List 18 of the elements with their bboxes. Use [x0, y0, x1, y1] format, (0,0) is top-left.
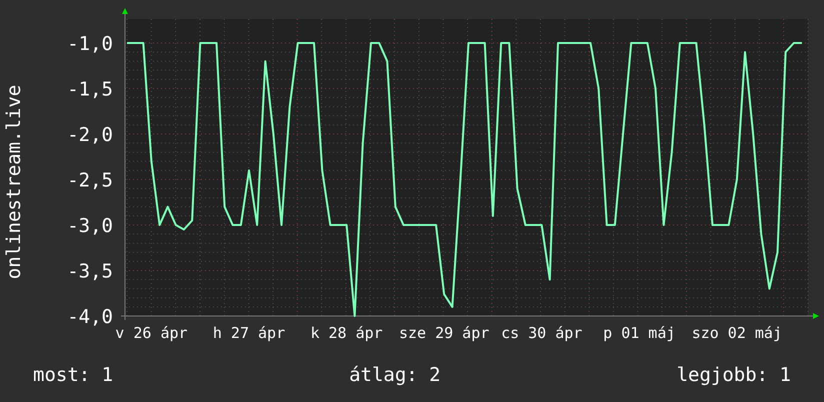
stat-text: most: 1 [33, 363, 114, 388]
y-tick-label: -1,5 [67, 78, 113, 100]
x-tick-label: h 27 ápr [212, 324, 286, 342]
stat-text: legjobb: 1 [676, 363, 791, 388]
y-tick-label: -1,0 [67, 33, 113, 55]
x-tick-label: p 01 máj [603, 324, 676, 342]
y-axis-title: onlinestream.live [3, 84, 25, 280]
x-tick-label: szo 02 máj [692, 324, 782, 342]
y-tick-label: -3,0 [67, 215, 113, 237]
x-tick-label: k 28 ápr [310, 324, 383, 342]
y-tick-label: -3,5 [67, 260, 113, 282]
y-tick-label: -2,0 [67, 124, 113, 146]
x-tick-label: v 26 ápr [115, 324, 188, 342]
y-tick-label: -4,0 [67, 306, 113, 328]
x-tick-label: sze 29 ápr [398, 324, 490, 342]
y-tick-label: -2,5 [67, 170, 113, 192]
x-tick-label: cs 30 ápr [501, 324, 582, 342]
stat-text: átlag: 2 [349, 363, 441, 388]
